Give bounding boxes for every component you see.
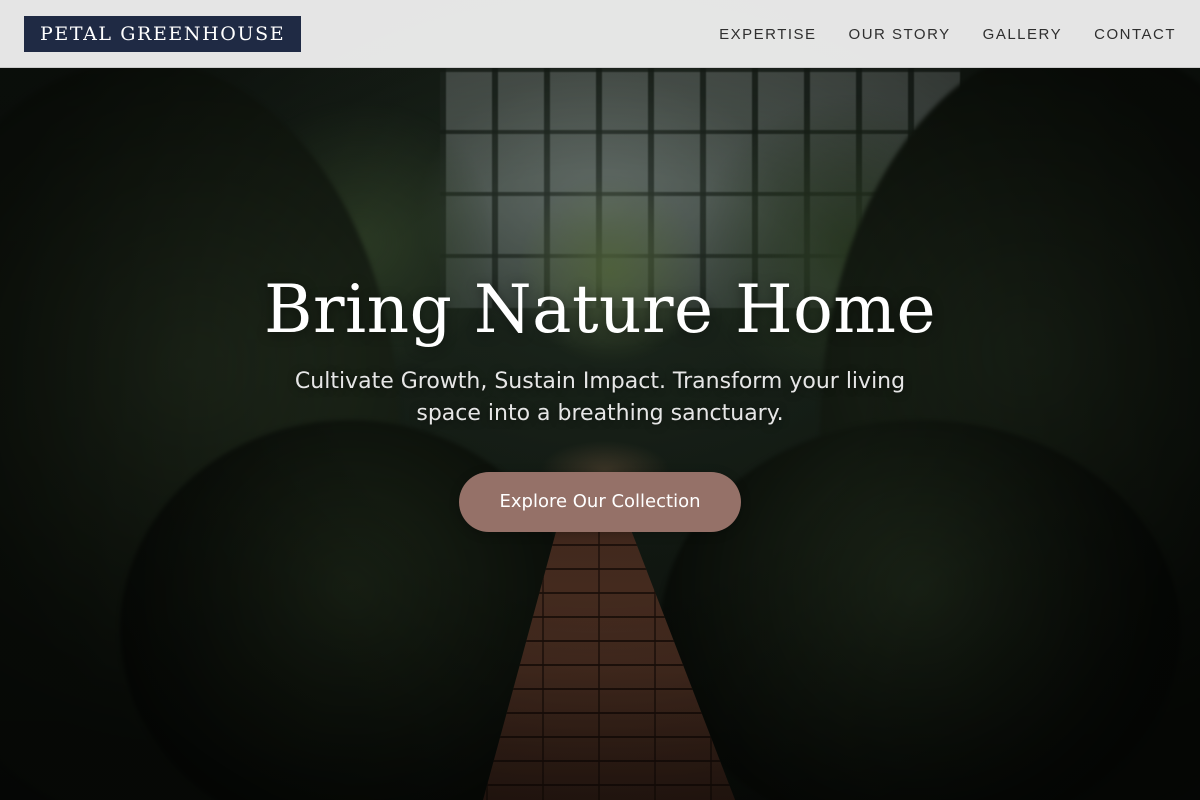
hero-section: Bring Nature Home Cultivate Growth, Sust… xyxy=(0,270,1200,532)
nav-link-our-story[interactable]: OUR STORY xyxy=(849,26,951,43)
nav-link-contact[interactable]: CONTACT xyxy=(1094,26,1176,43)
top-navbar: PETAL GREENHOUSE EXPERTISE OUR STORY GAL… xyxy=(0,0,1200,68)
hero-subtitle: Cultivate Growth, Sustain Impact. Transf… xyxy=(294,369,906,426)
hero-title: Bring Nature Home xyxy=(263,271,937,348)
nav-link-gallery[interactable]: GALLERY xyxy=(983,26,1062,43)
explore-collection-button[interactable]: Explore Our Collection xyxy=(459,472,741,532)
brand-logo[interactable]: PETAL GREENHOUSE xyxy=(24,16,302,52)
main-nav: EXPERTISE OUR STORY GALLERY CONTACT xyxy=(719,0,1176,68)
nav-link-expertise[interactable]: EXPERTISE xyxy=(719,26,816,43)
landing-page: PETAL GREENHOUSE EXPERTISE OUR STORY GAL… xyxy=(0,0,1200,800)
